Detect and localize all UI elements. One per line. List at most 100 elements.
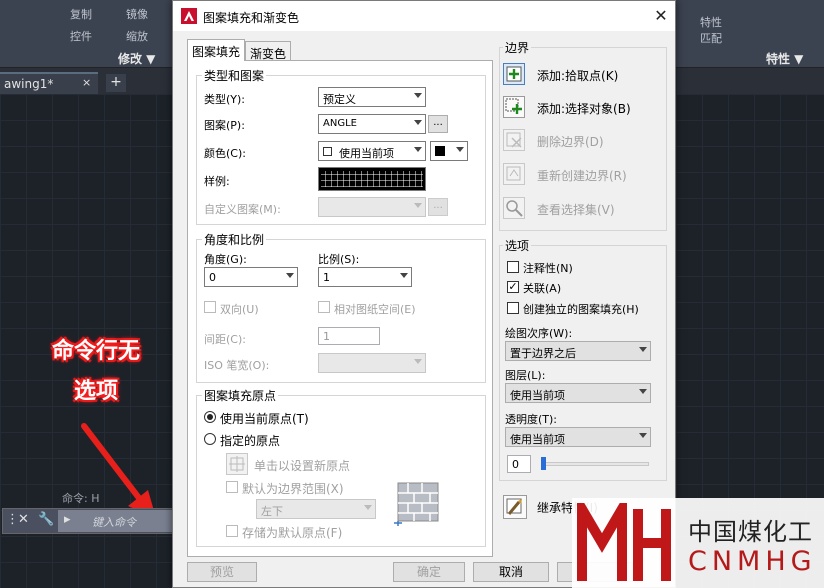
color-select[interactable]: 使用当前项 [318, 141, 426, 161]
group-angle-scale-label: 角度和比例 [202, 231, 267, 248]
store-default-label: 存储为默认原点(F) [242, 526, 343, 540]
group-options-label: 选项 [503, 237, 532, 254]
preview-button[interactable]: 预览 [187, 562, 257, 582]
remove-boundaries-button[interactable] [503, 129, 525, 151]
store-default-checkbox[interactable] [226, 525, 238, 537]
type-label: 类型(Y): [204, 93, 246, 106]
chevron-down-icon [414, 147, 422, 152]
transparency-slider-thumb[interactable] [541, 457, 546, 470]
command-history: 命令: H [62, 492, 100, 505]
pick-point-icon [506, 66, 522, 82]
chevron-down-icon [286, 273, 294, 278]
autocad-logo-icon [181, 8, 197, 24]
wrench-icon[interactable]: 🔧 [38, 512, 54, 527]
extent-select[interactable]: 左下 [256, 499, 376, 519]
ribbon-match-b[interactable]: 匹配 [700, 30, 722, 46]
pattern-browse-button[interactable]: ... [428, 115, 448, 133]
new-tab-button[interactable]: + [106, 74, 126, 92]
annotative-checkbox[interactable] [507, 261, 519, 273]
view-selections-label[interactable]: 查看选择集(V) [537, 201, 615, 218]
crosshair-icon [229, 456, 245, 472]
double-checkbox[interactable] [204, 301, 216, 313]
pattern-label: 图案(P): [204, 119, 245, 132]
angle-pattern-icon [321, 171, 423, 187]
scale-select[interactable]: 1 [318, 267, 412, 287]
angle-label: 角度(G): [204, 253, 247, 266]
swatch-label: 样例: [204, 175, 230, 188]
ribbon-control[interactable]: 控件 [70, 28, 92, 44]
chevron-down-icon [414, 93, 422, 98]
transparency-select[interactable]: 使用当前项 [505, 427, 651, 447]
default-extent-checkbox[interactable] [226, 481, 238, 493]
ribbon-copy[interactable]: 复制 [70, 6, 92, 22]
command-prompt-icon[interactable]: ▸ [64, 512, 71, 527]
spacing-input[interactable]: 1 [318, 327, 380, 345]
panel-properties-label[interactable]: 特性 ▼ [766, 50, 803, 67]
separate-hatches-checkbox[interactable] [507, 302, 519, 314]
layer-label: 图层(L): [505, 369, 546, 382]
remove-boundaries-label[interactable]: 删除边界(D) [537, 133, 604, 150]
color-swatch-icon [323, 147, 332, 156]
panel-modify-label[interactable]: 修改 ▼ [118, 50, 155, 67]
annotation-text: 命令行无 选项 [26, 332, 166, 412]
inherit-properties-button[interactable] [503, 495, 527, 519]
chevron-down-icon [639, 389, 647, 394]
magnifier-icon [506, 200, 523, 217]
cancel-button[interactable]: 取消 [473, 562, 549, 582]
dialog-title: 图案填充和渐变色 [203, 11, 300, 25]
transparency-amount-input[interactable]: 0 [507, 455, 531, 473]
close-icon[interactable]: ✕ [651, 6, 671, 25]
view-selections-button[interactable] [503, 197, 525, 219]
add-pick-points-label[interactable]: 添加:拾取点(K) [537, 67, 618, 84]
watermark-logo-icon [577, 503, 671, 581]
transparency-slider-track[interactable] [541, 462, 649, 466]
pattern-swatch-preview[interactable] [318, 167, 426, 191]
chevron-down-icon [414, 120, 422, 125]
custom-pattern-select[interactable] [318, 197, 426, 217]
double-label: 双向(U) [220, 303, 259, 316]
associative-checkbox[interactable]: ✓ [507, 281, 519, 293]
tab-hatch[interactable]: 图案填充 [187, 39, 246, 61]
angle-select[interactable]: 0 [204, 267, 298, 287]
recreate-boundary-label[interactable]: 重新创建边界(R) [537, 167, 627, 184]
tab-gradient[interactable]: 渐变色 [245, 41, 292, 61]
bg-color-select[interactable] [430, 141, 468, 161]
chevron-down-icon [400, 273, 408, 278]
pattern-select[interactable]: ANGLE [318, 114, 426, 134]
ribbon-match-a[interactable]: 特性 [700, 14, 722, 30]
layer-select[interactable]: 使用当前项 [505, 383, 651, 403]
remove-boundary-icon [506, 132, 522, 148]
chevron-down-icon [414, 359, 422, 364]
relative-checkbox[interactable] [318, 301, 330, 313]
iso-select[interactable] [318, 353, 426, 373]
add-select-objects-button[interactable] [503, 96, 525, 118]
add-select-objects-label[interactable]: 添加:选择对象(B) [537, 100, 631, 117]
layer-value: 使用当前项 [510, 389, 565, 402]
add-pick-points-button[interactable] [503, 63, 525, 85]
draw-order-select[interactable]: 置于边界之后 [505, 341, 651, 361]
close-icon[interactable]: ✕ [18, 512, 29, 527]
click-set-origin-button[interactable] [226, 453, 248, 475]
chevron-down-icon [414, 203, 422, 208]
annotation-line-1: 命令行无 [51, 339, 140, 364]
specified-origin-radio[interactable] [204, 433, 216, 445]
draw-order-label: 绘图次序(W): [505, 327, 573, 340]
ribbon-scale[interactable]: 缩放 [126, 28, 148, 44]
chevron-down-icon [456, 147, 464, 152]
document-tab-close-icon[interactable]: × [82, 76, 91, 89]
use-current-origin-radio[interactable] [204, 411, 216, 423]
origin-preview-icon [394, 482, 439, 526]
command-input[interactable]: 键入命令 [58, 510, 172, 532]
spacing-label: 间距(C): [204, 333, 246, 346]
transparency-label: 透明度(T): [505, 413, 558, 426]
color-label: 颜色(C): [204, 147, 246, 160]
type-select[interactable]: 预定义 [318, 87, 426, 107]
associative-label: 关联(A) [523, 282, 562, 295]
scale-value: 1 [323, 271, 330, 284]
ok-button[interactable]: 确定 [393, 562, 465, 582]
specified-origin-label: 指定的原点 [220, 434, 281, 448]
custom-browse-button[interactable]: ... [428, 198, 448, 216]
recreate-boundary-button[interactable] [503, 163, 525, 185]
ribbon-mirror[interactable]: 镜像 [126, 6, 148, 22]
scale-label: 比例(S): [318, 253, 360, 266]
